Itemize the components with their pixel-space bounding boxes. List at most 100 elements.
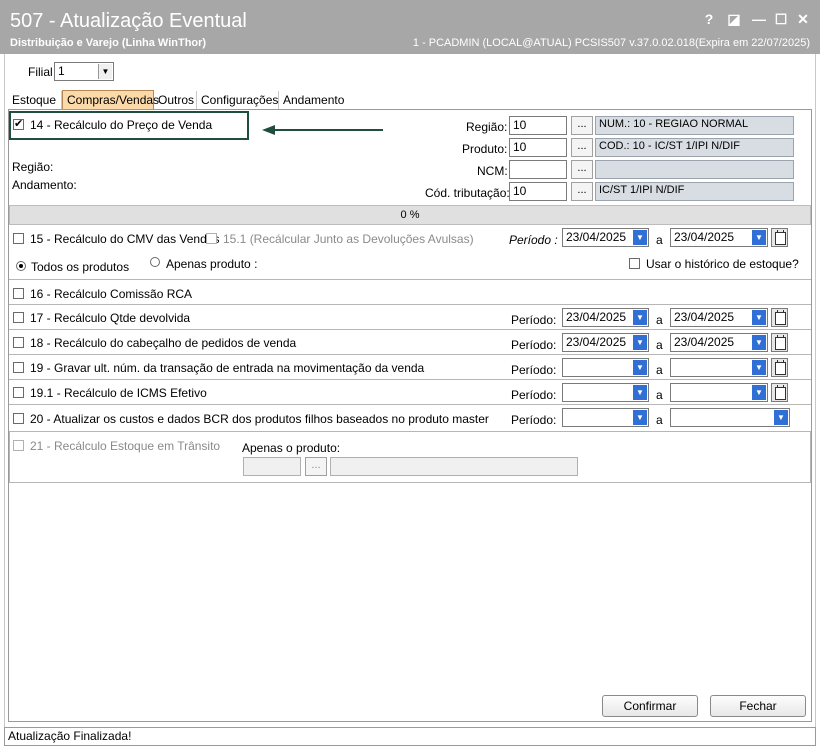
checkbox-20[interactable]	[13, 413, 24, 424]
checkbox-17[interactable]	[13, 312, 24, 323]
andamento-label: Andamento:	[12, 178, 77, 192]
radio-todos-produtos[interactable]	[16, 261, 26, 271]
date-from-18[interactable]: 23/04/2025 ▼	[562, 333, 649, 352]
tab-configuracoes[interactable]: Configurações	[197, 91, 279, 109]
produto-search-button[interactable]: ...	[571, 138, 593, 157]
progress-text: 0 %	[400, 209, 420, 221]
ncm-search-button[interactable]: ...	[571, 160, 593, 179]
cod-tributacao-input[interactable]: 10	[509, 182, 567, 201]
label-20: 20 - Atualizar os custos e dados BCR dos…	[30, 412, 489, 426]
checkbox-15[interactable]	[13, 233, 24, 244]
date-from-19-1[interactable]: ▼	[562, 383, 649, 402]
date-to-15-value: 23/04/2025	[674, 230, 735, 244]
maximize-button[interactable]: ☐	[772, 10, 790, 28]
chevron-down-icon[interactable]: ▼	[633, 385, 647, 400]
chevron-down-icon[interactable]: ▼	[774, 410, 788, 425]
regiao-search-button[interactable]: ...	[571, 116, 593, 135]
produto-label: Produto:	[462, 142, 508, 156]
label-18: 18 - Recálculo do cabeçalho de pedidos d…	[30, 336, 297, 350]
checkbox-16[interactable]	[13, 288, 24, 299]
produto-21-search-button[interactable]: ...	[305, 457, 327, 476]
ncm-desc	[595, 160, 794, 179]
cod-tributacao-label: Cód. tributação:	[425, 186, 510, 200]
checkbox-15-1[interactable]	[206, 233, 217, 244]
fechar-button[interactable]: Fechar	[710, 695, 806, 717]
calendar-icon[interactable]	[771, 383, 788, 402]
date-from-20[interactable]: ▼	[562, 408, 649, 427]
date-from-15[interactable]: 23/04/2025 ▼	[562, 228, 649, 247]
checkbox-19-1[interactable]	[13, 387, 24, 398]
chevron-down-icon[interactable]: ▼	[633, 310, 647, 325]
checkbox-usar-historico[interactable]	[629, 258, 640, 269]
regiao-input[interactable]: 10	[509, 116, 567, 135]
divider	[9, 304, 811, 305]
cod-tributacao-search-button[interactable]: ...	[571, 182, 593, 201]
calendar-icon[interactable]	[771, 358, 788, 377]
calendar-icon[interactable]	[771, 333, 788, 352]
date-from-18-value: 23/04/2025	[566, 335, 627, 349]
tab-andamento[interactable]: Andamento	[279, 91, 347, 109]
window-info: 1 - PCADMIN (LOCAL@ATUAL) PCSIS507 v.37.…	[412, 37, 810, 49]
label-19-1: 19.1 - Recálculo de ICMS Efetivo	[30, 386, 207, 400]
radio-todos-label: Todos os produtos	[31, 260, 130, 274]
periodo-label-19: Período:	[511, 363, 557, 377]
cod-tributacao-desc: IC/ST 1/IPI N/DIF	[595, 182, 794, 201]
chevron-down-icon[interactable]: ▼	[752, 385, 766, 400]
ncm-input[interactable]	[509, 160, 567, 179]
minimize-button[interactable]: —	[750, 10, 768, 28]
divider	[9, 354, 811, 355]
help-button[interactable]: ?	[700, 10, 718, 28]
tab-compras-vendas[interactable]: Compras/Vendas	[62, 90, 159, 110]
chevron-down-icon[interactable]: ▼	[752, 335, 766, 350]
chevron-down-icon[interactable]: ▼	[752, 310, 766, 325]
calendar-icon[interactable]	[771, 308, 788, 327]
date-to-19-1[interactable]: ▼	[670, 383, 768, 402]
tab-outros[interactable]: Outros	[154, 91, 197, 109]
produto-desc: COD.: 10 - IC/ST 1/IPI N/DIF	[595, 138, 794, 157]
chevron-down-icon[interactable]: ▼	[633, 410, 647, 425]
confirmar-button[interactable]: Confirmar	[602, 695, 698, 717]
label-21: 21 - Recálculo Estoque em Trânsito	[30, 439, 221, 453]
date-to-20[interactable]: ▼	[670, 408, 790, 427]
chevron-down-icon[interactable]: ▼	[633, 360, 647, 375]
periodo-label-19-1: Período:	[511, 388, 557, 402]
tab-estoque[interactable]: Estoque	[8, 91, 62, 109]
apenas-produto-label: Apenas o produto:	[242, 441, 341, 455]
chevron-down-icon[interactable]: ▼	[633, 230, 647, 245]
label-15-1: 15.1 (Recálcular Junto as Devoluções Avu…	[223, 232, 474, 246]
filial-value: 1	[58, 64, 65, 78]
date-to-17[interactable]: 23/04/2025 ▼	[670, 308, 768, 327]
checkbox-19[interactable]	[13, 362, 24, 373]
regiao-label: Região:	[466, 120, 508, 134]
restore-icon[interactable]: ◪	[725, 10, 743, 28]
filial-select[interactable]: 1 ▼	[54, 62, 114, 81]
date-from-19[interactable]: ▼	[562, 358, 649, 377]
checkbox-21[interactable]	[13, 440, 24, 451]
close-button[interactable]: ✕	[794, 10, 812, 28]
ncm-label: NCM:	[477, 164, 508, 178]
a-label-19: a	[656, 363, 663, 377]
date-to-17-value: 23/04/2025	[674, 310, 735, 324]
date-to-18[interactable]: 23/04/2025 ▼	[670, 333, 768, 352]
produto-input[interactable]: 10	[509, 138, 567, 157]
label-17: 17 - Recálculo Qtde devolvida	[30, 311, 191, 325]
calendar-icon[interactable]	[771, 228, 788, 247]
chevron-down-icon[interactable]: ▼	[752, 230, 766, 245]
chevron-down-icon[interactable]: ▼	[98, 64, 112, 79]
periodo-label-20: Período:	[511, 413, 557, 427]
divider	[9, 404, 811, 405]
produto-21-input[interactable]	[243, 457, 301, 476]
chevron-down-icon[interactable]: ▼	[752, 360, 766, 375]
usar-historico-label: Usar o histórico de estoque?	[646, 257, 799, 271]
chevron-down-icon[interactable]: ▼	[633, 335, 647, 350]
status-text: Atualização Finalizada!	[8, 729, 132, 743]
date-to-15[interactable]: 23/04/2025 ▼	[670, 228, 768, 247]
checkbox-14[interactable]: ✔	[13, 119, 24, 130]
radio-apenas-label: Apenas produto :	[166, 257, 258, 271]
date-from-17[interactable]: 23/04/2025 ▼	[562, 308, 649, 327]
regiao-desc: NUM.: 10 - REGIAO NORMAL	[595, 116, 794, 135]
date-to-19[interactable]: ▼	[670, 358, 768, 377]
checkbox-18[interactable]	[13, 337, 24, 348]
periodo-label-18: Período:	[511, 338, 557, 352]
radio-apenas-produto[interactable]	[150, 257, 160, 267]
